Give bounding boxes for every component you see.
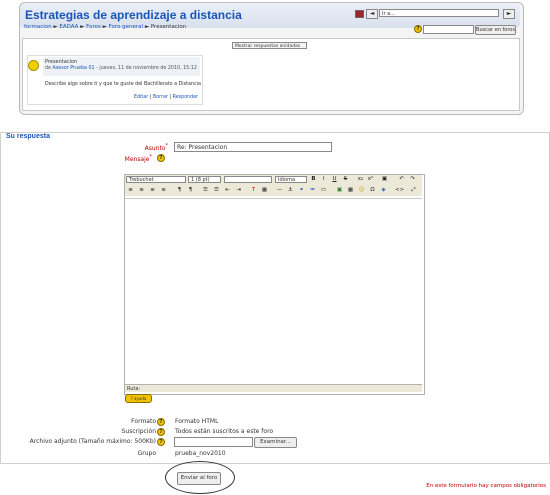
link-icon[interactable]: ⚭ <box>298 187 305 194</box>
post-to-forum-button[interactable]: Enviar al foro <box>177 472 221 485</box>
rtl-icon[interactable]: ¶ <box>187 187 194 194</box>
subject-label-text: Asunto <box>144 145 166 152</box>
language-select[interactable]: Idioma <box>275 176 307 183</box>
help-icon[interactable]: ? <box>157 438 165 446</box>
table-icon[interactable]: ▦ <box>347 187 354 194</box>
bold-icon[interactable]: B <box>310 176 317 183</box>
post-meta: de Asesor Prueba 01 - jueves, 11 de novi… <box>45 66 197 71</box>
ordered-list-icon[interactable]: ☰ <box>202 187 209 194</box>
anchor-icon[interactable]: ⚓ <box>287 187 294 194</box>
superscript-icon[interactable]: x² <box>367 176 374 183</box>
reply-link[interactable]: Responder <box>173 95 199 100</box>
subscription-label: Suscripción <box>121 428 156 435</box>
attachment-label: Archivo adjunto (Tamaño máximo: 500Kb) <box>29 438 156 445</box>
help-icon[interactable]: ? <box>157 428 165 436</box>
clean-icon[interactable]: ▣ <box>381 176 388 183</box>
delete-link[interactable]: Borrar <box>153 95 168 100</box>
align-center-icon[interactable]: ≡ <box>138 187 145 194</box>
required-mark: * <box>149 154 153 160</box>
post-author-prefix: de <box>45 66 53 71</box>
breadcrumb-item[interactable]: formacion <box>24 24 52 30</box>
ltr-icon[interactable]: ¶ <box>176 187 183 194</box>
font-size-select[interactable]: 1 (8 pt) <box>188 176 221 183</box>
nolink-icon[interactable]: ▭ <box>320 187 327 194</box>
prev-activity-button[interactable]: ◄ <box>366 9 378 19</box>
post-commands: Editar | Borrar | Responder <box>134 95 199 100</box>
breadcrumb: formacion ► EADAA ► Foros ► Foro general… <box>24 24 187 30</box>
find-replace-icon[interactable]: ◈ <box>380 187 387 194</box>
search-input[interactable] <box>423 25 474 34</box>
avatar[interactable] <box>28 60 39 71</box>
unordered-list-icon[interactable]: ☰ <box>213 187 220 194</box>
attachment-file-input[interactable] <box>174 437 253 447</box>
help-icon[interactable]: ? <box>414 25 422 33</box>
underline-icon[interactable]: U <box>331 176 338 183</box>
undo-icon[interactable]: ↶ <box>398 176 405 183</box>
outdent-icon[interactable]: ⇤ <box>224 187 231 194</box>
subject-label: Asunto* <box>145 143 168 152</box>
fullscreen-icon[interactable]: ⤢ <box>410 187 417 194</box>
italic-icon[interactable]: I <box>320 176 327 183</box>
jump-to-select[interactable]: Ir a... <box>379 9 499 17</box>
help-icon[interactable]: ? <box>157 154 165 162</box>
smiley-icon[interactable]: ☺ <box>358 187 365 194</box>
message-textarea[interactable] <box>125 198 422 383</box>
heading-select[interactable] <box>224 176 272 183</box>
reply-title: Su respuesta <box>6 133 50 140</box>
format-value: Formato HTML <box>175 418 219 425</box>
font-family-select[interactable]: Trebuchet <box>126 176 186 183</box>
align-right-icon[interactable]: ≡ <box>149 187 156 194</box>
html-source-icon[interactable]: <> <box>395 187 404 194</box>
breadcrumb-item[interactable]: Foro general <box>109 24 144 30</box>
strikethrough-icon[interactable]: S <box>342 176 349 183</box>
edit-link[interactable]: Editar <box>134 95 148 100</box>
editor-path-bar: Ruta: <box>125 384 422 392</box>
background-color-icon[interactable]: ▦ <box>261 187 268 194</box>
display-mode-select[interactable]: Mostrar respuestas anidadas <box>232 42 307 49</box>
image-icon[interactable]: ▣ <box>336 187 343 194</box>
subject-input[interactable]: Re: Presentacion <box>174 142 332 152</box>
unlink-icon[interactable]: ⚮ <box>309 187 316 194</box>
post-author-link[interactable]: Asesor Prueba 01 <box>53 66 95 71</box>
editor-help-button[interactable]: ? ayuda <box>125 394 152 403</box>
post-subject: Presentacion <box>45 59 78 65</box>
special-char-icon[interactable]: Ω <box>369 187 376 194</box>
horizontal-rule-icon[interactable]: — <box>276 187 283 194</box>
post-date: - jueves, 11 de noviembre de 2010, 15:12 <box>94 66 197 71</box>
next-activity-button[interactable]: ► <box>503 9 515 19</box>
breadcrumb-item[interactable]: Foros <box>86 24 101 30</box>
message-label-text: Mensaje <box>124 156 150 163</box>
breadcrumb-current: Presentacion <box>150 24 187 30</box>
group-label: Grupo <box>137 450 156 457</box>
site-title[interactable]: Estrategias de aprendizaje a distancia <box>25 8 242 22</box>
required-mark: * <box>165 143 169 149</box>
align-left-icon[interactable]: ≡ <box>127 187 134 194</box>
indent-icon[interactable]: ⇥ <box>235 187 242 194</box>
format-label: Formato <box>131 418 156 425</box>
subscript-icon[interactable]: x₂ <box>357 176 364 183</box>
text-color-icon[interactable]: T <box>250 187 257 194</box>
group-value: prueba_nov2010 <box>175 450 226 457</box>
required-fields-note: En este formulario hay campos obligatori… <box>426 483 546 489</box>
breadcrumb-item[interactable]: EADAA <box>59 24 78 30</box>
browse-button[interactable]: Examinar... <box>254 437 297 448</box>
redo-icon[interactable]: ↷ <box>409 176 416 183</box>
justify-icon[interactable]: ≡ <box>160 187 167 194</box>
editor-toolbar-2 <box>125 185 422 196</box>
post-body: Describe algo sobre ti y que te guste de… <box>45 82 201 87</box>
message-label: Mensaje* <box>125 154 152 163</box>
help-icon[interactable]: ? <box>157 418 165 426</box>
subscription-value: Todos están suscritos a este foro <box>175 428 274 435</box>
layout-icon[interactable] <box>355 10 364 18</box>
search-forums-button[interactable]: Buscar en foros <box>475 25 516 35</box>
